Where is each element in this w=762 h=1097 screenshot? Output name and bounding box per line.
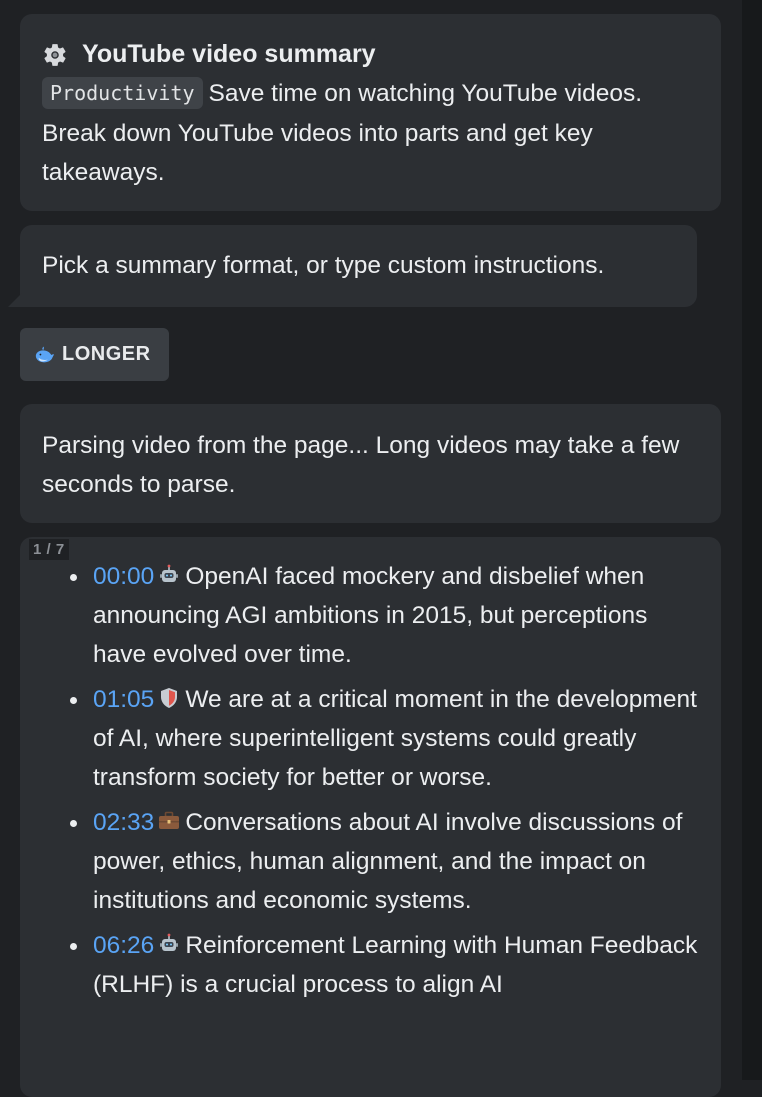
briefcase-icon bbox=[159, 811, 180, 829]
result-counter: 1 / 7 bbox=[29, 539, 69, 560]
whale-icon bbox=[35, 346, 54, 362]
message-tail bbox=[8, 293, 22, 307]
format-prompt-text: Pick a summary format, or type custom in… bbox=[42, 252, 605, 279]
prompt-info-card: YouTube video summary Productivity Save t… bbox=[20, 14, 721, 211]
list-item: 00:00 OpenAI faced mockery and disbelief … bbox=[70, 557, 701, 674]
summary-text: We are at a critical moment in the devel… bbox=[93, 686, 697, 791]
summary-list: 00:00 OpenAI faced mockery and disbelief … bbox=[20, 557, 701, 1004]
parsing-status-text: Parsing video from the page... Long vide… bbox=[42, 432, 680, 498]
timestamp-link[interactable]: 02:33 bbox=[93, 809, 154, 836]
format-prompt-message: Pick a summary format, or type custom in… bbox=[20, 225, 697, 307]
timestamp-link[interactable]: 00:00 bbox=[93, 563, 154, 590]
longer-format-label: LONGER bbox=[62, 343, 151, 365]
card-title-row: YouTube video summary bbox=[42, 40, 699, 68]
longer-format-button[interactable]: LONGER bbox=[20, 328, 169, 381]
card-description-block: Productivity Save time on watching YouTub… bbox=[42, 74, 699, 192]
list-item: 01:05 We are at a critical moment in the … bbox=[70, 680, 701, 797]
category-tag: Productivity bbox=[42, 77, 203, 109]
timestamp-link[interactable]: 06:26 bbox=[93, 932, 154, 959]
summary-text: Conversations about AI involve discussio… bbox=[93, 809, 683, 914]
robot-icon bbox=[160, 933, 179, 951]
robot-icon bbox=[160, 564, 179, 582]
summary-result-card: 1 / 7 00:00 OpenAI faced mockery and disb… bbox=[20, 537, 721, 1097]
parsing-status-message: Parsing video from the page... Long vide… bbox=[20, 404, 721, 523]
list-item: 06:26 Reinforcement Learning with Human F… bbox=[70, 926, 701, 1004]
card-title: YouTube video summary bbox=[82, 40, 376, 68]
gear-icon bbox=[44, 44, 66, 66]
summary-text: Reinforcement Learning with Human Feedba… bbox=[93, 932, 698, 998]
scrollbar-track[interactable] bbox=[742, 0, 762, 1080]
shield-icon bbox=[161, 688, 178, 708]
list-item: 02:33 Conversations about AI involve disc… bbox=[70, 803, 701, 920]
timestamp-link[interactable]: 01:05 bbox=[93, 686, 154, 713]
